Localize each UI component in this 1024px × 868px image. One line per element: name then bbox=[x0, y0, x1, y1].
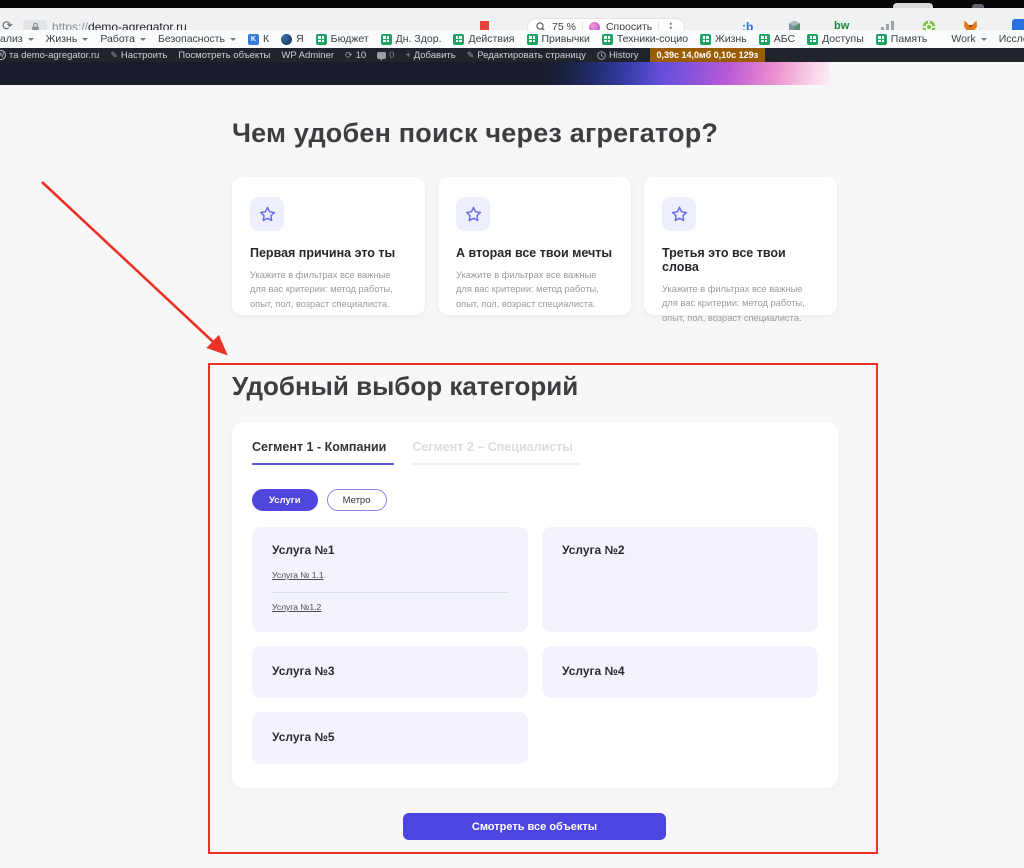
wp-view-objects[interactable]: Посмотреть объекты bbox=[178, 50, 270, 61]
star-icon-badge bbox=[456, 197, 490, 231]
sheets-icon bbox=[527, 34, 538, 45]
view-all-objects-button[interactable]: Смотреть все объекты bbox=[403, 813, 666, 840]
bookmark-folder[interactable]: Жизнь bbox=[46, 33, 89, 45]
wp-history[interactable]: History bbox=[597, 50, 639, 61]
bookmark-item[interactable]: Бюджет bbox=[316, 33, 369, 45]
filter-pills: Услуги Метро bbox=[252, 489, 818, 511]
bookmark-item[interactable]: Память bbox=[876, 33, 928, 45]
wp-edit-page[interactable]: ✎Редактировать страницу bbox=[467, 50, 586, 61]
star-icon bbox=[671, 206, 688, 223]
sheets-icon bbox=[602, 34, 613, 45]
sheets-icon bbox=[759, 34, 770, 45]
benefit-card: А вторая все твои мечты Укажите в фильтр… bbox=[438, 177, 631, 315]
segment-tabs: Сегмент 1 - Компании Сегмент 2 – Специал… bbox=[252, 440, 818, 465]
service-card-4[interactable]: Услуга №4 bbox=[542, 646, 818, 698]
query-monitor-stats[interactable]: 0,39с 14,0мб 0,10с 129з bbox=[650, 48, 766, 62]
bookmark-item[interactable]: Жизнь bbox=[700, 33, 747, 45]
benefits-cards: Первая причина это ты Укажите в фильтрах… bbox=[232, 177, 837, 315]
bookmark-folder[interactable]: Исследую bbox=[999, 33, 1024, 45]
update-icon: ⟳ bbox=[345, 51, 353, 60]
service-card-5[interactable]: Услуга №5 bbox=[252, 712, 528, 764]
wordpress-icon: W bbox=[0, 50, 6, 60]
service-card-title: Услуга №1 bbox=[272, 543, 508, 557]
bookmark-item[interactable]: KК bbox=[248, 33, 269, 45]
wp-admin-bar: Wта demo-agregator.ru ✎Настроить Посмотр… bbox=[0, 48, 1024, 62]
bookmark-item[interactable]: Привычки bbox=[527, 33, 590, 45]
plus-icon: + bbox=[405, 51, 410, 60]
bookmark-item[interactable]: Доступы bbox=[807, 33, 864, 45]
bookmark-item[interactable]: Техники-социо bbox=[602, 33, 688, 45]
chevron-down-icon bbox=[28, 38, 34, 41]
service-card-1[interactable]: Услуга №1 Услуга № 1.1 Услуга №1.2 bbox=[252, 527, 528, 632]
service-card-title: Услуга №2 bbox=[562, 543, 798, 557]
benefits-title: Чем удобен поиск через агрегатор? bbox=[232, 118, 718, 149]
sheets-icon bbox=[700, 34, 711, 45]
page-hero-band bbox=[0, 62, 830, 85]
wp-updates[interactable]: ⟳10 bbox=[345, 50, 366, 61]
pencil-icon: ✎ bbox=[467, 51, 475, 60]
benefit-card-text: Укажите в фильтрах все важные для вас кр… bbox=[250, 268, 407, 311]
tab-segment-1-companies[interactable]: Сегмент 1 - Компании bbox=[252, 440, 394, 465]
chevron-down-icon bbox=[981, 38, 987, 41]
star-icon-badge bbox=[250, 197, 284, 231]
benefit-card-title: Первая причина это ты bbox=[250, 246, 407, 260]
wp-adminer[interactable]: WP Adminer bbox=[281, 50, 334, 61]
divider bbox=[272, 592, 508, 593]
benefit-card: Первая причина это ты Укажите в фильтрах… bbox=[232, 177, 425, 315]
sheets-icon bbox=[453, 34, 464, 45]
browser-address-bar: ⟳ https://demo-agregator.ru 75 % Спросит… bbox=[0, 8, 1024, 30]
categories-panel: Сегмент 1 - Компании Сегмент 2 – Специал… bbox=[232, 422, 838, 788]
wp-comments[interactable]: 0 bbox=[377, 50, 394, 61]
bookmark-item[interactable]: Я bbox=[281, 33, 304, 45]
hero-gradient-image bbox=[545, 62, 830, 85]
filter-pill-services[interactable]: Услуги bbox=[252, 489, 318, 511]
bookmark-folder[interactable]: Безопасность bbox=[158, 33, 236, 45]
categories-title: Удобный выбор категорий bbox=[232, 371, 578, 402]
wp-customize[interactable]: ✎Настроить bbox=[110, 50, 167, 61]
site-favicon: K bbox=[248, 34, 259, 45]
bookmark-folder[interactable]: ализ bbox=[0, 33, 34, 45]
wp-site-menu[interactable]: Wта demo-agregator.ru bbox=[0, 50, 99, 61]
chevron-down-icon bbox=[82, 38, 88, 41]
site-favicon bbox=[281, 34, 292, 45]
chevron-down-icon bbox=[140, 38, 146, 41]
service-card-title: Услуга №5 bbox=[272, 730, 508, 744]
sheets-icon bbox=[316, 34, 327, 45]
bookmark-item[interactable]: Дн. Здор. bbox=[381, 33, 442, 45]
benefit-card-text: Укажите в фильтрах все важные для вас кр… bbox=[662, 282, 819, 325]
wp-add-new[interactable]: +Добавить bbox=[405, 50, 455, 61]
sheets-icon bbox=[807, 34, 818, 45]
service-sublink[interactable]: Услуга № 1.1 bbox=[272, 570, 324, 580]
bookmarks-bar: ализ Жизнь Работа Безопасность KК Я Бюдж… bbox=[0, 30, 1024, 48]
annotation-arrow bbox=[30, 174, 238, 366]
service-card-title: Услуга №4 bbox=[562, 664, 798, 678]
bookmark-item[interactable]: Действия bbox=[453, 33, 514, 45]
sheets-icon bbox=[876, 34, 887, 45]
chevron-down-icon bbox=[230, 38, 236, 41]
benefit-card-text: Укажите в фильтрах все важные для вас кр… bbox=[456, 268, 613, 311]
browser-chrome-top bbox=[0, 0, 1024, 8]
service-card-2[interactable]: Услуга №2 bbox=[542, 527, 818, 632]
bookmark-folder[interactable]: Work bbox=[951, 33, 986, 45]
pencil-icon: ✎ bbox=[110, 51, 118, 60]
benefit-card: Третья это все твои слова Укажите в филь… bbox=[644, 177, 837, 315]
tab-segment-2-specialists[interactable]: Сегмент 2 – Специалисты bbox=[412, 440, 581, 465]
star-icon bbox=[465, 206, 482, 223]
bookmark-item[interactable]: АБС bbox=[759, 33, 795, 45]
service-card-title: Услуга №3 bbox=[272, 664, 508, 678]
service-sublink[interactable]: Услуга №1.2 bbox=[272, 602, 321, 612]
bookmark-folder[interactable]: Работа bbox=[100, 33, 146, 45]
benefit-card-title: Третья это все твои слова bbox=[662, 246, 819, 274]
filter-pill-metro[interactable]: Метро bbox=[327, 489, 387, 511]
comment-icon bbox=[377, 52, 386, 59]
services-grid: Услуга №1 Услуга № 1.1 Услуга №1.2 Услуг… bbox=[252, 527, 818, 764]
benefit-card-title: А вторая все твои мечты bbox=[456, 246, 613, 260]
star-icon-badge bbox=[662, 197, 696, 231]
sheets-icon bbox=[381, 34, 392, 45]
star-icon bbox=[259, 206, 276, 223]
clock-icon bbox=[597, 51, 606, 60]
service-card-3[interactable]: Услуга №3 bbox=[252, 646, 528, 698]
